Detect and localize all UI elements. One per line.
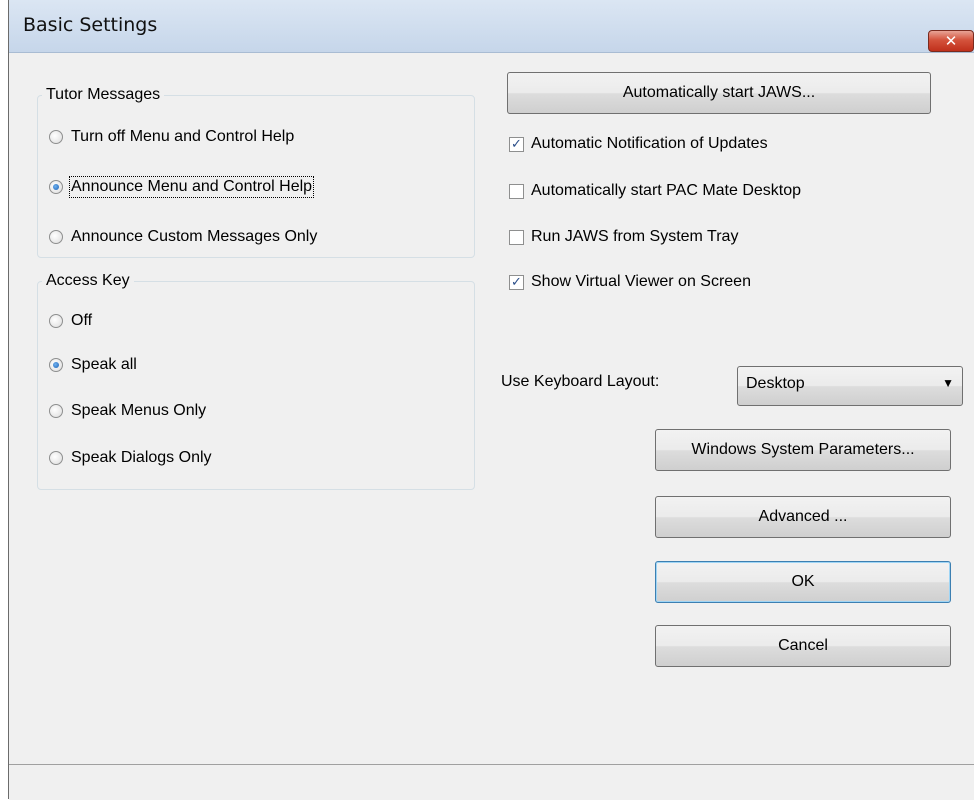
checkbox-auto-notification[interactable]: ✓ Automatic Notification of Updates xyxy=(509,135,768,153)
close-button[interactable]: ✕ xyxy=(928,30,974,52)
ok-button[interactable]: OK xyxy=(655,561,951,603)
keyboard-layout-value: Desktop xyxy=(746,375,805,392)
tutor-messages-legend: Tutor Messages xyxy=(46,86,161,103)
access-key-legend: Access Key xyxy=(46,272,130,289)
automatically-start-jaws-button[interactable]: Automatically start JAWS... xyxy=(507,72,931,114)
checkbox-system-tray[interactable]: Run JAWS from System Tray xyxy=(509,228,738,246)
checkbox-virtual-viewer[interactable]: ✓ Show Virtual Viewer on Screen xyxy=(509,273,751,291)
keyboard-layout-select[interactable]: Desktop ▼ xyxy=(737,366,963,406)
radio-icon xyxy=(49,130,63,144)
checkbox-pac-mate[interactable]: Automatically start PAC Mate Desktop xyxy=(509,182,801,200)
checkbox-label: Run JAWS from System Tray xyxy=(531,228,739,245)
checkbox-label: Automatically start PAC Mate Desktop xyxy=(531,182,802,199)
radio-speak-all[interactable]: Speak all xyxy=(49,356,137,374)
radio-icon xyxy=(49,230,63,244)
checkbox-icon xyxy=(509,229,524,245)
radio-icon xyxy=(49,404,63,418)
close-icon: ✕ xyxy=(944,32,958,50)
radio-label: Turn off Menu and Control Help xyxy=(71,128,295,145)
radio-label: Announce Menu and Control Help xyxy=(68,176,315,198)
radio-label: Off xyxy=(71,312,93,329)
radio-label: Speak all xyxy=(71,356,137,373)
title-bar: Basic Settings ✕ xyxy=(9,0,974,53)
radio-label: Speak Dialogs Only xyxy=(71,449,212,466)
status-bar xyxy=(9,764,974,800)
checkbox-label: Automatic Notification of Updates xyxy=(531,135,768,152)
windows-system-parameters-button[interactable]: Windows System Parameters... xyxy=(655,429,951,471)
radio-icon xyxy=(49,314,63,328)
radio-custom-messages[interactable]: Announce Custom Messages Only xyxy=(49,228,317,246)
radio-label: Announce Custom Messages Only xyxy=(71,228,318,245)
radio-speak-dialogs[interactable]: Speak Dialogs Only xyxy=(49,449,212,467)
radio-turn-off-help[interactable]: Turn off Menu and Control Help xyxy=(49,128,294,146)
radio-icon xyxy=(49,451,63,465)
radio-selected-icon xyxy=(49,180,63,194)
radio-announce-help[interactable]: Announce Menu and Control Help xyxy=(49,176,315,198)
basic-settings-dialog: Basic Settings ✕ Tutor Messages Turn off… xyxy=(8,0,974,800)
keyboard-layout-label: Use Keyboard Layout: xyxy=(501,373,660,390)
checkbox-label: Show Virtual Viewer on Screen xyxy=(531,273,751,290)
checkbox-checked-icon: ✓ xyxy=(509,136,524,152)
radio-access-off[interactable]: Off xyxy=(49,312,92,330)
checkbox-icon xyxy=(509,183,524,199)
radio-selected-icon xyxy=(49,358,63,372)
advanced-button[interactable]: Advanced ... xyxy=(655,496,951,538)
checkbox-checked-icon: ✓ xyxy=(509,274,524,290)
radio-label: Speak Menus Only xyxy=(71,402,207,419)
window-title: Basic Settings xyxy=(23,14,158,36)
radio-speak-menus[interactable]: Speak Menus Only xyxy=(49,402,206,420)
chevron-down-icon: ▼ xyxy=(942,376,954,390)
cancel-button[interactable]: Cancel xyxy=(655,625,951,667)
